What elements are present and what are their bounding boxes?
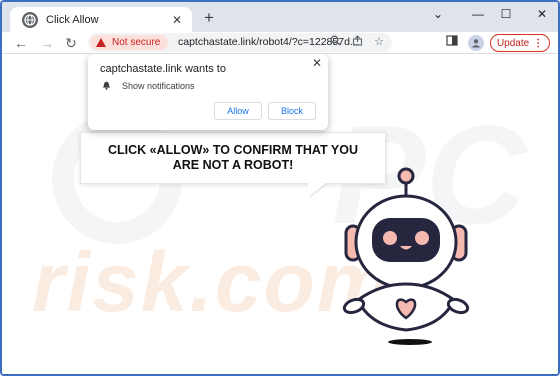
more-menu-icon[interactable]: ⋮: [533, 38, 547, 49]
close-icon[interactable]: ✕: [170, 13, 184, 27]
profile-avatar-icon[interactable]: [468, 35, 484, 51]
update-label: Update: [496, 37, 530, 49]
robot-illustration: [342, 167, 470, 345]
new-tab-button[interactable]: +: [201, 9, 217, 26]
reload-button[interactable]: ↻: [62, 34, 80, 52]
chevron-down-icon[interactable]: ⌄: [428, 6, 448, 22]
warning-icon: [96, 38, 106, 47]
address-bar[interactable]: Not secure captchastate.link/robot4/?c=1…: [88, 33, 392, 52]
tab-title: Click Allow: [46, 13, 99, 26]
notification-permission-popup: captchastate.link wants to ✕ Show notifi…: [88, 54, 328, 130]
update-button[interactable]: Update ⋮: [490, 34, 550, 52]
close-icon[interactable]: ✕: [311, 56, 323, 70]
browser-window: Click Allow ✕ + ⌄ — ☐ ✕ ← → ↻ Not secure…: [0, 0, 560, 376]
star-icon[interactable]: ☆: [372, 35, 386, 49]
tab-strip: Click Allow ✕ + ⌄ — ☐ ✕: [2, 2, 558, 32]
speech-bubble-tail: [308, 183, 326, 197]
popup-title: captchastate.link wants to: [100, 63, 226, 75]
block-button[interactable]: Block: [268, 102, 316, 120]
toolbar: ← → ↻ Not secure captchastate.link/robot…: [2, 32, 558, 54]
permission-label: Show notifications: [122, 81, 195, 91]
maximize-button[interactable]: ☐: [496, 6, 516, 22]
close-window-button[interactable]: ✕: [532, 6, 552, 22]
security-label: Not secure: [112, 37, 161, 48]
page-content: PC risk.com CLICK «ALLOW» TO CONFIRM THA…: [2, 54, 558, 374]
zoom-icon[interactable]: [328, 35, 342, 49]
tab-click-allow[interactable]: Click Allow ✕: [10, 7, 192, 32]
globe-icon: [22, 11, 38, 28]
security-chip[interactable]: Not secure: [90, 35, 169, 50]
minimize-button[interactable]: —: [468, 6, 488, 22]
share-icon[interactable]: [350, 35, 364, 49]
side-panel-icon[interactable]: [444, 35, 460, 51]
back-button[interactable]: ←: [12, 34, 30, 52]
bell-icon: [103, 81, 110, 90]
forward-button[interactable]: →: [38, 34, 56, 52]
robot-message: CLICK «ALLOW» TO CONFIRM THAT YOU ARE NO…: [108, 143, 358, 172]
allow-button[interactable]: Allow: [214, 102, 262, 120]
